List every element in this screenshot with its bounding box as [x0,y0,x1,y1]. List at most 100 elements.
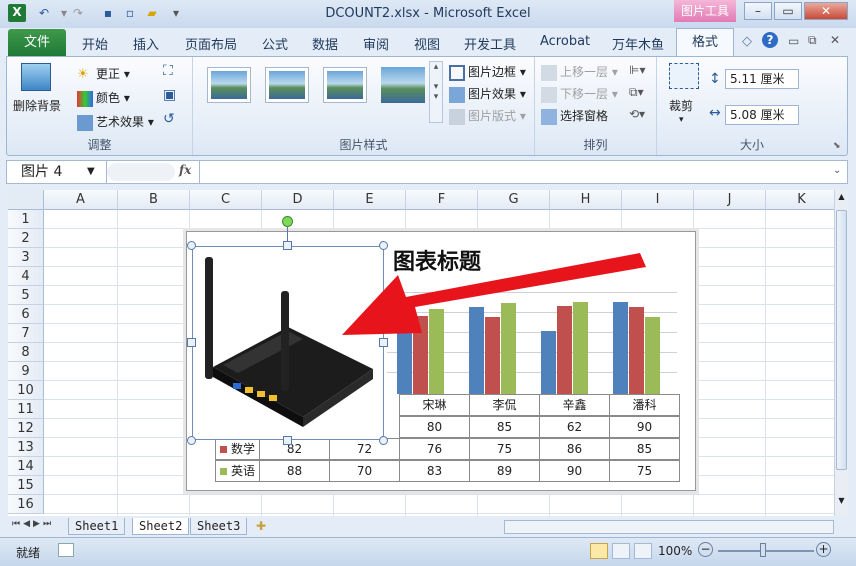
row-header-11[interactable]: 11 [8,400,44,419]
tab-acrobat[interactable]: Acrobat [540,34,590,49]
vertical-scrollbar[interactable]: ▲ ▼ [834,190,848,516]
expand-formula-bar-icon[interactable]: ⌄ [833,165,841,176]
row-header-5[interactable]: 5 [8,286,44,305]
styles-gallery-scroll[interactable]: ▴ ▾ ▾ [429,61,443,123]
column-header-B[interactable]: B [118,190,190,210]
style-thumb-3[interactable] [323,67,367,103]
row-header-2[interactable]: 2 [8,229,44,248]
rotation-handle[interactable] [282,216,293,227]
row-header-12[interactable]: 12 [8,419,44,438]
column-header-D[interactable]: D [262,190,334,210]
crop-button[interactable]: 裁剪 [669,97,693,114]
style-thumb-2[interactable] [265,67,309,103]
collapse-ribbon-icon[interactable]: ◇ [742,34,752,49]
reset-picture-icon[interactable]: ↺ [163,111,175,127]
row-header-1[interactable]: 1 [8,210,44,229]
tab-view[interactable]: 视图 [414,34,440,53]
column-header-G[interactable]: G [478,190,550,210]
picture-effects-button[interactable]: 图片效果 ▾ [449,85,526,103]
restore-button[interactable]: ▭ [774,2,802,20]
column-header-J[interactable]: J [694,190,766,210]
color-button[interactable]: 颜色 ▾ [77,89,130,107]
row-header-6[interactable]: 6 [8,305,44,324]
selection-pane-button[interactable]: 选择窗格 [541,107,608,125]
style-thumb-4[interactable] [381,67,425,103]
group-icon[interactable]: ⧉▾ [629,85,644,100]
row-header-9[interactable]: 9 [8,362,44,381]
tab-insert[interactable]: 插入 [133,34,159,53]
tab-data[interactable]: 数据 [312,34,338,53]
restore-workbook-icon[interactable]: ⧉ [808,33,817,48]
save-icon[interactable]: ▪ [100,5,116,21]
macro-record-icon[interactable] [58,543,74,557]
zoom-level[interactable]: 100% [658,544,692,558]
close-workbook-icon[interactable]: ✕ [830,33,840,47]
tab-page-layout[interactable]: 页面布局 [185,34,237,53]
column-header-E[interactable]: E [334,190,406,210]
formula-input[interactable] [199,161,831,183]
normal-view-icon[interactable] [590,543,608,559]
redo-icon[interactable]: ↷ [70,5,86,21]
zoom-slider-thumb[interactable] [760,543,766,557]
artistic-effects-button[interactable]: 艺术效果 ▾ [77,113,154,131]
minimize-button[interactable]: – [744,2,772,20]
row-header-15[interactable]: 15 [8,476,44,495]
name-box-dropdown-icon[interactable]: ▼ [87,161,95,183]
tab-wannian[interactable]: 万年木鱼 [612,34,664,53]
resize-handle-n[interactable] [283,241,292,250]
row-header-3[interactable]: 3 [8,248,44,267]
customize-toolbar-icon[interactable]: ▾ [168,5,184,21]
resize-handle-nw[interactable] [187,241,196,250]
row-header-7[interactable]: 7 [8,324,44,343]
send-backward-button[interactable]: 下移一层 ▾ [541,85,618,103]
row-header-8[interactable]: 8 [8,343,44,362]
bring-forward-button[interactable]: 上移一层 ▾ [541,63,618,81]
close-button[interactable]: ✕ [804,2,848,20]
row-header-14[interactable]: 14 [8,457,44,476]
help-icon[interactable]: ? [762,32,778,48]
tab-home[interactable]: 开始 [82,34,108,53]
column-header-K[interactable]: K [766,190,838,210]
tab-format[interactable]: 格式 [676,28,734,57]
new-file-icon[interactable]: ▫ [122,5,138,21]
open-folder-icon[interactable]: ▰ [144,5,160,21]
column-header-A[interactable]: A [44,190,118,210]
sheet-tab-2[interactable]: Sheet2 [132,518,190,535]
compress-pictures-icon[interactable]: ⛶ [163,63,173,79]
height-input[interactable]: 5.11 厘米 [725,69,799,89]
remove-background-button[interactable]: 删除背景 [13,97,61,114]
column-header-C[interactable]: C [190,190,262,210]
row-header-10[interactable]: 10 [8,381,44,400]
rotate-icon[interactable]: ⟲▾ [629,107,645,121]
select-all-corner[interactable] [8,190,44,210]
picture-layout-button[interactable]: 图片版式 ▾ [449,107,526,125]
zoom-out-icon[interactable]: − [698,542,713,557]
zoom-slider-track[interactable] [718,550,814,552]
corrections-button[interactable]: ☀ 更正 ▾ [77,65,130,83]
align-icon[interactable]: ⊫▾ [629,63,645,77]
resize-handle-w[interactable] [187,338,196,347]
resize-handle-sw[interactable] [187,436,196,445]
picture-border-button[interactable]: 图片边框 ▾ [449,63,526,81]
undo-icon[interactable]: ↶ [36,5,52,21]
column-header-I[interactable]: I [622,190,694,210]
page-break-view-icon[interactable] [634,543,652,559]
column-header-F[interactable]: F [406,190,478,210]
change-picture-icon[interactable]: ▣ [163,87,176,103]
page-layout-view-icon[interactable] [612,543,630,559]
tab-developer[interactable]: 开发工具 [464,34,516,53]
size-dialog-launcher-icon[interactable]: ⬊ [833,141,841,151]
minimize-workbook-icon[interactable]: ▭ [788,34,799,48]
width-input[interactable]: 5.08 厘米 [725,105,799,125]
tab-formulas[interactable]: 公式 [262,34,288,53]
insert-sheet-icon[interactable]: ✚ [256,519,266,533]
row-header-13[interactable]: 13 [8,438,44,457]
resize-handle-s[interactable] [283,436,292,445]
resize-handle-se[interactable] [379,436,388,445]
scroll-down-icon[interactable]: ▼ [836,496,847,510]
insert-function-icon[interactable]: fx [179,163,191,177]
tab-file[interactable]: 文件 [8,29,66,56]
sheet-tab-3[interactable]: Sheet3 [190,518,248,535]
crop-dropdown-icon[interactable]: ▾ [679,115,684,125]
sheet-nav-arrows-icon[interactable]: ⏮◀▶⏭ [12,519,54,529]
